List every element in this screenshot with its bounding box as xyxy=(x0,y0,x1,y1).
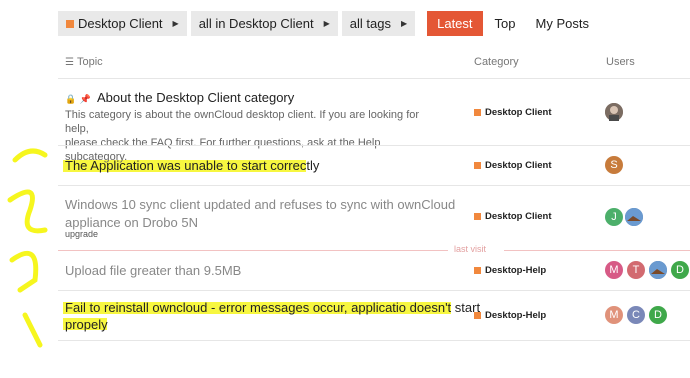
row-divider xyxy=(58,340,690,341)
category-badge[interactable]: Desktop-Help xyxy=(474,265,546,276)
avatar[interactable]: D xyxy=(671,261,689,279)
topic-title-line: Windows 10 sync client updated and refus… xyxy=(65,197,456,212)
tab-my-posts[interactable]: My Posts xyxy=(536,16,589,31)
subcategory-dropdown[interactable]: all in Desktop Client ▶ xyxy=(190,11,338,36)
category-badge[interactable]: Desktop-Help xyxy=(474,310,546,321)
avatar[interactable] xyxy=(649,261,667,279)
category-color-swatch xyxy=(474,213,481,220)
pin-icon: 📌 xyxy=(79,94,92,104)
user-photo-icon xyxy=(625,208,643,226)
caret-right-icon: ▶ xyxy=(172,19,179,28)
last-visit-label: last visit xyxy=(454,244,487,254)
caret-right-icon: ▶ xyxy=(400,19,408,28)
category-badge[interactable]: Desktop Client xyxy=(474,107,552,118)
last-visit-divider xyxy=(58,250,448,251)
topic-title[interactable]: Upload file greater than 9.5MB xyxy=(65,263,241,278)
header-divider xyxy=(58,78,690,79)
avatar[interactable]: C xyxy=(627,306,645,324)
category-label: Desktop-Help xyxy=(485,310,547,321)
row-divider xyxy=(58,290,690,291)
avatar[interactable]: S xyxy=(605,156,623,174)
category-label: Desktop Client xyxy=(485,211,552,222)
caret-right-icon: ▶ xyxy=(323,19,330,28)
handwritten-scribble xyxy=(7,148,48,348)
navigation-bar: Desktop Client ▶ all in Desktop Client ▶… xyxy=(58,11,589,36)
avatar[interactable] xyxy=(625,208,643,226)
topic-title-line: appliance on Drobo 5N xyxy=(65,215,198,230)
row-divider xyxy=(58,145,690,146)
category-color-swatch xyxy=(474,267,481,274)
tags-dropdown[interactable]: all tags ▶ xyxy=(341,11,416,36)
avatar[interactable]: D xyxy=(649,306,667,324)
avatar[interactable]: M xyxy=(605,261,623,279)
topic-excerpt: This category is about the ownCloud desk… xyxy=(65,108,445,164)
column-header-users[interactable]: Users xyxy=(606,56,635,68)
avatar[interactable]: M xyxy=(605,306,623,324)
topic-tag[interactable]: upgrade xyxy=(65,229,98,239)
avatar[interactable]: J xyxy=(605,208,623,226)
tab-latest[interactable]: Latest xyxy=(427,11,483,36)
list-icon: ☰ xyxy=(65,57,74,68)
topic-title[interactable]: Fail to reinstall owncloud - error messa… xyxy=(65,300,480,332)
topic-title[interactable]: Windows 10 sync client updated and refus… xyxy=(65,197,455,230)
topic-title[interactable]: The Application was unable to start corr… xyxy=(65,158,319,173)
category-label: Desktop Client xyxy=(485,107,552,118)
column-header-topic-label: Topic xyxy=(76,56,103,68)
topic-title-line: Fail to reinstall owncloud - error messa… xyxy=(65,300,481,315)
category-color-swatch xyxy=(66,19,74,28)
tags-dropdown-label: all tags xyxy=(349,16,391,31)
category-badge[interactable]: Desktop Client xyxy=(474,211,552,222)
avatar[interactable] xyxy=(605,103,623,121)
topic-title[interactable]: About the Desktop Client category xyxy=(97,90,294,105)
category-label: Desktop Client xyxy=(485,160,552,171)
topic-title-line: propely xyxy=(65,317,108,332)
category-badge[interactable]: Desktop Client xyxy=(474,160,552,171)
user-photo-icon xyxy=(605,103,623,121)
table-row[interactable]: 🔒 📌 About the Desktop Client category xyxy=(65,90,294,105)
user-photo-icon xyxy=(649,261,667,279)
excerpt-line: This category is about the ownCloud desk… xyxy=(65,109,420,135)
category-color-swatch xyxy=(474,162,481,169)
avatar[interactable]: T xyxy=(627,261,645,279)
category-label: Desktop-Help xyxy=(485,265,547,276)
column-header-topic[interactable]: ☰ Topic xyxy=(65,56,103,68)
column-header-category[interactable]: Category xyxy=(474,56,519,68)
subcategory-dropdown-label: all in Desktop Client xyxy=(198,16,314,31)
category-dropdown[interactable]: Desktop Client ▶ xyxy=(58,11,187,36)
category-dropdown-label: Desktop Client xyxy=(78,16,163,31)
lock-icon: 🔒 xyxy=(65,94,77,104)
category-color-swatch xyxy=(474,109,481,116)
tab-top[interactable]: Top xyxy=(495,16,516,31)
row-divider xyxy=(58,185,690,186)
last-visit-divider xyxy=(504,250,690,251)
category-color-swatch xyxy=(474,312,481,319)
